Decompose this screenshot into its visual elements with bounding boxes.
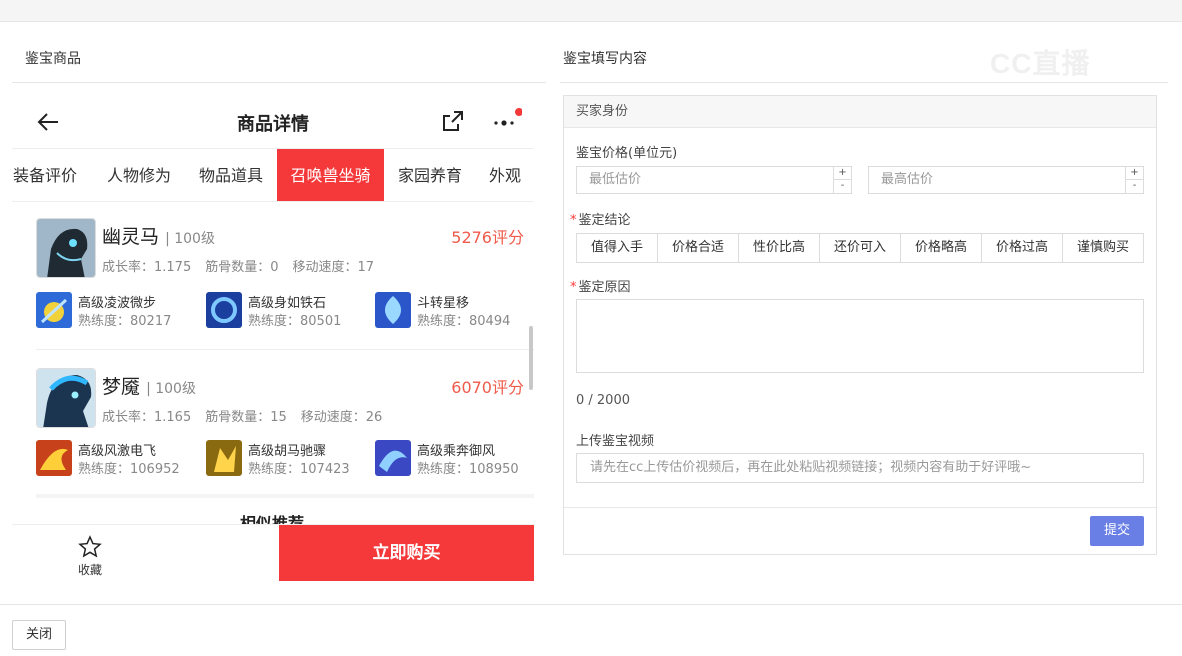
- max-price-stepper[interactable]: + -: [1125, 167, 1143, 193]
- right-divider: [560, 82, 1168, 83]
- close-button[interactable]: 关闭: [12, 620, 66, 650]
- tab-items[interactable]: 物品道具: [186, 149, 276, 201]
- reason-textarea[interactable]: [576, 299, 1144, 373]
- tab-home[interactable]: 家园养育: [386, 149, 474, 201]
- pet-avatar: [36, 368, 96, 428]
- tab-equipment[interactable]: 装备评价: [12, 149, 84, 201]
- conclusion-options: 值得入手 价格合适 性价比高 还价可入 价格略高 价格过高 谨慎购买: [576, 233, 1144, 263]
- skill-item: 高级身如铁石 熟练度：80501: [206, 290, 376, 329]
- favorite-label: 收藏: [77, 563, 102, 577]
- product-detail-panel: 商品详情 装备评价 人物修为 物品道具 召唤兽坐骑 家园养育 外观 幽灵马 | …: [12, 96, 534, 582]
- right-section-title: 鉴宝填写内容: [563, 51, 647, 67]
- max-price-input[interactable]: 最高估价 + -: [868, 166, 1144, 194]
- bottom-action-bar: 收藏 立即购买: [12, 524, 534, 582]
- skill-item: 高级胡马驰骤 熟练度：107423: [206, 438, 376, 477]
- pet-card[interactable]: 幽灵马 | 100级 5276评分 成长率：1.175 筋骨数量：0 移动速度：17…: [36, 218, 534, 338]
- share-icon[interactable]: [440, 108, 466, 134]
- video-link-input[interactable]: 请先在cc上传估价视频后，再在此处粘贴视频链接；视频内容有助于好评哦~: [576, 453, 1144, 483]
- conclusion-option[interactable]: 谨慎购买: [1063, 234, 1143, 262]
- appraisal-form: 买家身份 鉴宝价格(单位元) 最低估价 + - 最高估价 + - * 鉴定结论 值得入…: [563, 95, 1157, 555]
- conclusion-option[interactable]: 价格略高: [901, 234, 982, 262]
- pet-stats: 成长率：1.175 筋骨数量：0 移动速度：17: [102, 260, 375, 275]
- skill-icon: [206, 292, 242, 328]
- pet-score: 5276评分: [451, 228, 524, 247]
- conclusion-option[interactable]: 价格过高: [982, 234, 1063, 262]
- skill-item: 斗转星移 熟练度：80494: [375, 290, 534, 329]
- star-icon: [78, 535, 102, 558]
- more-icon[interactable]: [492, 108, 522, 134]
- dialog-footer: 关闭: [0, 604, 1182, 656]
- category-tabs: 装备评价 人物修为 物品道具 召唤兽坐骑 家园养育 外观: [12, 148, 534, 202]
- pet-name: 梦魇 | 100级: [102, 376, 196, 398]
- skill-icon: [375, 440, 411, 476]
- tab-character[interactable]: 人物修为: [94, 149, 184, 201]
- skill-icon: [375, 292, 411, 328]
- pet-score: 6070评分: [451, 378, 524, 397]
- pet-avatar: [36, 218, 96, 278]
- detail-nav-bar: 商品详情: [12, 96, 534, 148]
- buyer-identity-header: 买家身份: [564, 96, 1156, 128]
- top-bar: [0, 0, 1182, 22]
- tab-appearance[interactable]: 外观: [476, 149, 534, 201]
- watermark-logo: CC直播: [990, 48, 1091, 79]
- left-section-title: 鉴宝商品: [25, 51, 81, 67]
- price-label: 鉴宝价格(单位元): [576, 146, 678, 161]
- pet-name: 幽灵马 | 100级: [102, 226, 215, 248]
- skill-icon: [36, 292, 72, 328]
- tab-summon-mount[interactable]: 召唤兽坐骑: [277, 149, 384, 201]
- section-gap: [36, 494, 534, 498]
- left-divider: [12, 82, 546, 83]
- conclusion-option[interactable]: 还价可入: [820, 234, 901, 262]
- min-price-input[interactable]: 最低估价 + -: [576, 166, 852, 194]
- conclusion-option[interactable]: 值得入手: [577, 234, 658, 262]
- skill-item: 高级凌波微步 熟练度：80217: [36, 290, 206, 329]
- conclusion-option[interactable]: 价格合适: [658, 234, 739, 262]
- char-counter: 0 / 2000: [576, 393, 630, 408]
- conclusion-option[interactable]: 性价比高: [739, 234, 820, 262]
- pet-card[interactable]: 梦魇 | 100级 6070评分 成长率：1.165 筋骨数量：15 移动速度：26…: [36, 368, 534, 488]
- pet-divider: [36, 349, 534, 350]
- min-price-stepper[interactable]: + -: [833, 167, 851, 193]
- reason-label: * 鉴定原因: [570, 280, 631, 295]
- skill-icon: [206, 440, 242, 476]
- list-scrollbar[interactable]: [529, 326, 533, 390]
- video-label: 上传鉴宝视频: [576, 434, 655, 449]
- form-footer-divider: [564, 507, 1156, 508]
- skill-item: 高级乘奔御风 熟练度：108950: [375, 438, 534, 477]
- skill-item: 高级风激电飞 熟练度：106952: [36, 438, 206, 477]
- favorite-button[interactable]: 收藏: [70, 531, 110, 578]
- submit-button[interactable]: 提交: [1090, 516, 1144, 546]
- conclusion-label: * 鉴定结论: [570, 213, 631, 228]
- skill-icon: [36, 440, 72, 476]
- buy-now-button[interactable]: 立即购买: [279, 525, 534, 581]
- pet-stats: 成长率：1.165 筋骨数量：15 移动速度：26: [102, 410, 383, 425]
